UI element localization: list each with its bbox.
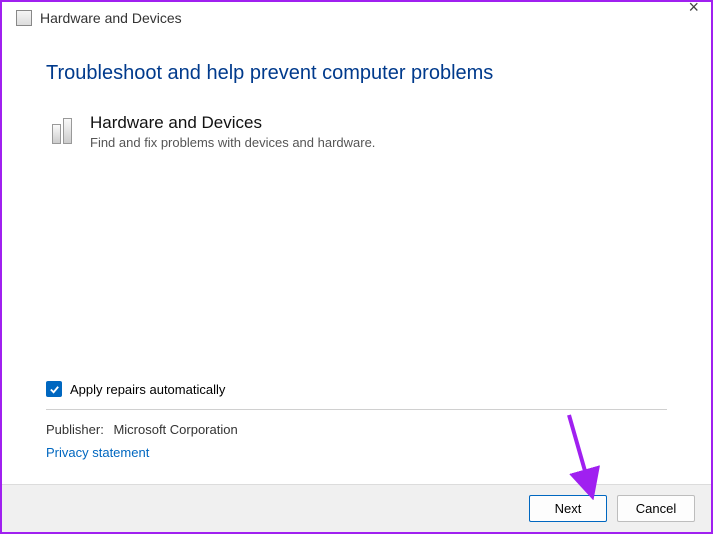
- divider: [46, 409, 667, 410]
- publisher-label: Publisher:: [46, 422, 104, 437]
- page-heading: Troubleshoot and help prevent computer p…: [46, 62, 667, 85]
- publisher-value: Microsoft Corporation: [113, 422, 237, 437]
- app-icon: [16, 10, 32, 26]
- content-area: Troubleshoot and help prevent computer p…: [2, 32, 711, 484]
- apply-repairs-checkbox[interactable]: [46, 381, 62, 397]
- titlebar: Hardware and Devices: [2, 2, 711, 32]
- window-title: Hardware and Devices: [40, 10, 182, 26]
- next-button[interactable]: Next: [529, 495, 607, 522]
- checkmark-icon: [49, 384, 60, 395]
- apply-repairs-label: Apply repairs automatically: [70, 382, 225, 397]
- publisher-row: Publisher: Microsoft Corporation: [46, 422, 667, 437]
- privacy-link[interactable]: Privacy statement: [46, 445, 667, 460]
- close-icon[interactable]: ×: [688, 0, 699, 18]
- item-description: Find and fix problems with devices and h…: [90, 135, 375, 150]
- troubleshooter-item: Hardware and Devices Find and fix proble…: [46, 113, 667, 150]
- button-bar: Next Cancel: [2, 484, 711, 532]
- cancel-button[interactable]: Cancel: [617, 495, 695, 522]
- apply-repairs-row: Apply repairs automatically: [46, 381, 667, 397]
- item-title: Hardware and Devices: [90, 113, 375, 133]
- hardware-icon: [46, 113, 78, 145]
